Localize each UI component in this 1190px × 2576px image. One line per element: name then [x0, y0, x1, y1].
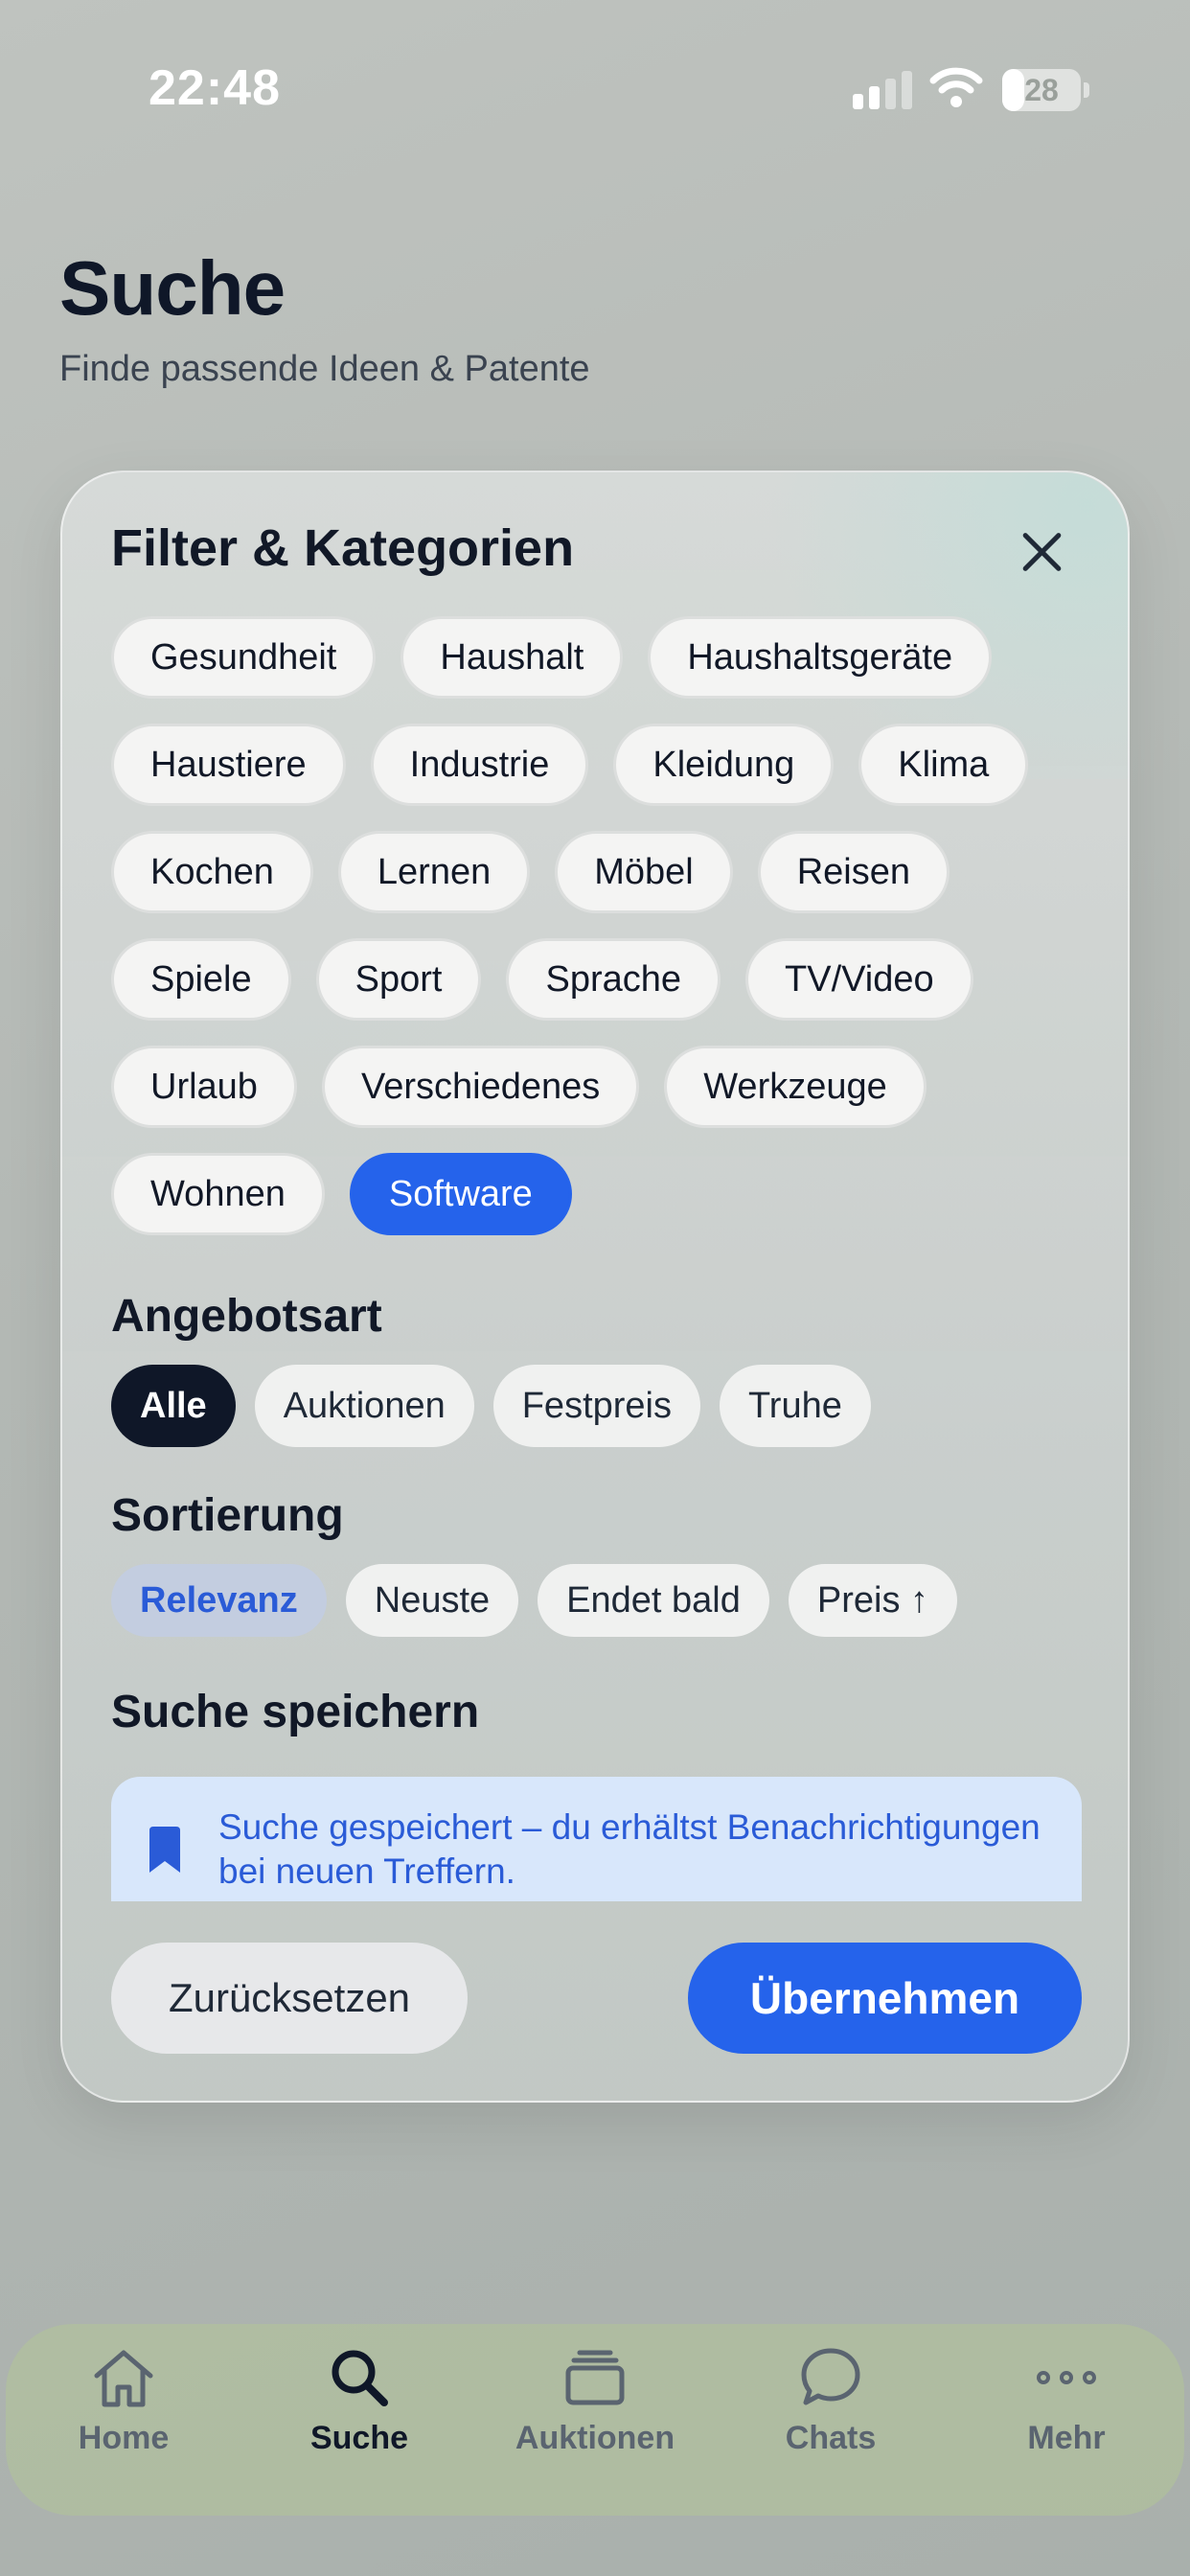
cellular-signal-icon [853, 69, 912, 109]
offer-type-option-selected[interactable]: Alle [111, 1365, 236, 1447]
search-icon [332, 2350, 388, 2406]
chat-icon [801, 2348, 860, 2405]
tab-more[interactable]: Mehr [961, 2324, 1172, 2516]
category-row: Urlaub Verschiedenes Werkzeuge [111, 1046, 927, 1128]
category-chip[interactable]: Lernen [337, 831, 531, 913]
category-chip[interactable]: Kochen [111, 831, 313, 913]
page-title: Suche [59, 245, 286, 331]
offer-type-option[interactable]: Auktionen [254, 1365, 474, 1447]
tab-label: Home [78, 2420, 170, 2456]
status-time: 22:48 [149, 60, 281, 116]
category-chip[interactable]: TV/Video [745, 938, 973, 1021]
offer-type-options: Alle Auktionen Festpreis Truhe [111, 1365, 871, 1447]
tab-label: Auktionen [515, 2420, 675, 2456]
tab-label: Suche [309, 2420, 409, 2456]
sort-option[interactable]: Endet bald [538, 1564, 769, 1637]
status-bar: 22:48 28 [0, 0, 1190, 182]
save-search-notice-text: Suche gespeichert – du erhältst Benachri… [218, 1807, 1041, 1891]
category-chip[interactable]: Gesundheit [111, 616, 377, 699]
category-chip[interactable]: Reisen [757, 831, 950, 913]
category-chip[interactable]: Verschiedenes [321, 1046, 640, 1128]
sorting-title: Sortierung [111, 1490, 344, 1541]
category-chip[interactable]: Klima [858, 724, 1029, 806]
page-subtitle: Finde passende Ideen & Patente [59, 349, 590, 389]
bookmark-icon [149, 1827, 180, 1873]
sort-option-selected[interactable]: Relevanz [111, 1564, 327, 1637]
sort-option[interactable]: Neuste [345, 1564, 519, 1637]
sorting-options: Relevanz Neuste Endet bald Preis ↑ [111, 1564, 958, 1637]
tab-chats[interactable]: Chats [725, 2324, 936, 2516]
category-chip[interactable]: Spiele [111, 938, 291, 1021]
category-row: Kochen Lernen Möbel Reisen [111, 831, 950, 913]
category-row: Haustiere Industrie Kleidung Klima [111, 724, 1029, 806]
category-chip[interactable]: Werkzeuge [664, 1046, 927, 1128]
battery-icon: 28 [1002, 69, 1081, 111]
category-chip[interactable]: Haushaltsgeräte [648, 616, 993, 699]
auctions-icon [565, 2350, 625, 2405]
sheet-title: Filter & Kategorien [111, 519, 575, 577]
offer-type-title: Angebotsart [111, 1291, 382, 1342]
close-button[interactable] [1014, 524, 1069, 580]
category-chip[interactable]: Industrie [370, 724, 589, 806]
tab-bar: Home Suche Auktionen Chats Mehr [6, 2324, 1184, 2516]
category-chip[interactable]: Sprache [506, 938, 721, 1021]
home-icon [94, 2350, 153, 2407]
category-row: Wohnen Software [111, 1153, 572, 1235]
category-chip-selected[interactable]: Software [349, 1153, 572, 1235]
offer-type-option[interactable]: Truhe [720, 1365, 871, 1447]
category-chip[interactable]: Möbel [555, 831, 733, 913]
save-search-title: Suche speichern [111, 1687, 480, 1737]
category-row: Spiele Sport Sprache TV/Video [111, 938, 973, 1021]
category-chip[interactable]: Wohnen [111, 1153, 325, 1235]
tab-search[interactable]: Suche [254, 2324, 465, 2516]
category-chip[interactable]: Urlaub [111, 1046, 297, 1128]
tab-label: Chats [785, 2420, 877, 2456]
wifi-icon [929, 67, 983, 107]
battery-percentage: 28 [1024, 73, 1059, 107]
save-search-notice: Suche gespeichert – du erhältst Benachri… [111, 1777, 1082, 1901]
apply-button[interactable]: Übernehmen [688, 1943, 1082, 2054]
category-row: Gesundheit Haushalt Haushaltsgeräte [111, 616, 993, 699]
tab-auctions[interactable]: Auktionen [490, 2324, 700, 2516]
tab-home[interactable]: Home [18, 2324, 229, 2516]
filter-sheet: Filter & Kategorien Gesundheit Haushalt … [60, 471, 1130, 2103]
category-chip[interactable]: Haustiere [111, 724, 346, 806]
sort-option[interactable]: Preis ↑ [788, 1564, 958, 1637]
category-chip[interactable]: Haushalt [400, 616, 624, 699]
category-chip[interactable]: Kleidung [613, 724, 835, 806]
category-chip[interactable]: Sport [315, 938, 482, 1021]
offer-type-option[interactable]: Festpreis [492, 1365, 700, 1447]
more-icon [1037, 2371, 1096, 2384]
reset-button[interactable]: Zurücksetzen [111, 1943, 468, 2054]
tab-label: Mehr [1027, 2420, 1106, 2456]
